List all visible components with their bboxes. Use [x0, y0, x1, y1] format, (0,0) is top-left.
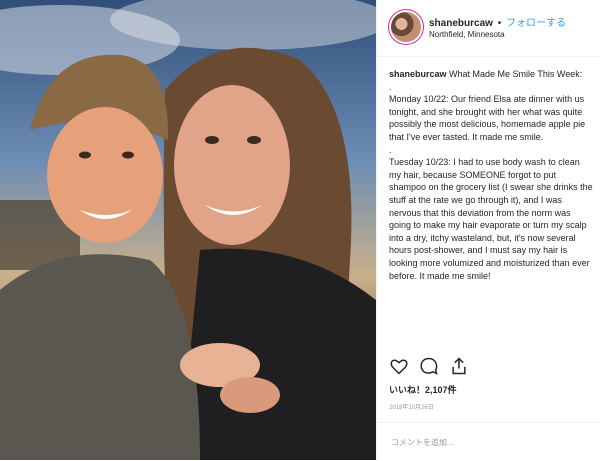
follow-button[interactable]: フォローする: [506, 18, 566, 29]
post-header: shaneburcaw • フォローする Northfield, Minneso…: [377, 0, 600, 57]
caption-text: What Made Me Smile This Week: . Monday 1…: [389, 69, 593, 281]
post-actions: [389, 356, 599, 378]
post-sidebar: shaneburcaw • フォローする Northfield, Minneso…: [376, 0, 600, 460]
username-link[interactable]: shaneburcaw: [429, 18, 493, 29]
comment-box: [377, 422, 600, 461]
instagram-post: shaneburcaw • フォローする Northfield, Minneso…: [0, 0, 600, 460]
post-date: 2018年10月26日: [389, 405, 434, 411]
avatar[interactable]: [391, 12, 421, 42]
heart-icon[interactable]: [389, 356, 409, 376]
header-user-line: shaneburcaw • フォローする: [429, 14, 566, 29]
share-icon[interactable]: [449, 356, 469, 376]
separator-dot: •: [497, 18, 502, 29]
likes-count[interactable]: いいね！2,107件: [389, 383, 457, 396]
post-caption: shaneburcaw What Made Me Smile This Week…: [389, 68, 594, 282]
post-photo[interactable]: [0, 0, 376, 460]
caption-username-link[interactable]: shaneburcaw: [389, 69, 447, 79]
couple-selfie-image: [0, 0, 376, 460]
location-link[interactable]: Northfield, Minnesota: [429, 30, 505, 39]
comment-input[interactable]: [389, 433, 573, 451]
comment-icon[interactable]: [419, 356, 439, 376]
